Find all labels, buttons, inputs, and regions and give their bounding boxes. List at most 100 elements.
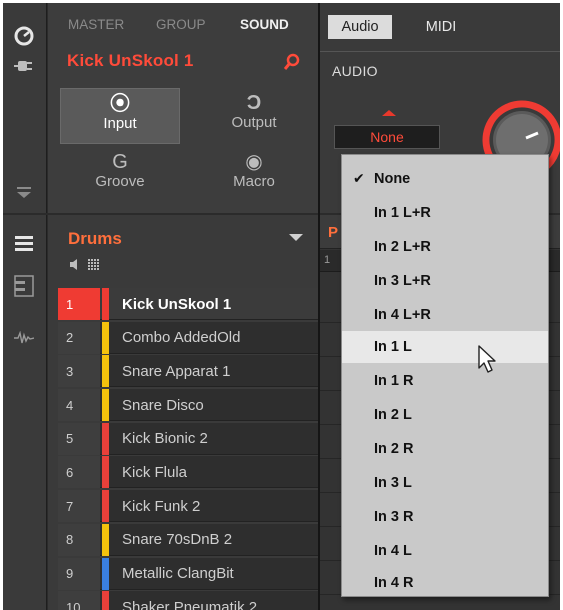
sound-slot[interactable]: 5 Kick Bionic 2 [58, 422, 318, 455]
checkmark-icon: ✔ [353, 170, 365, 186]
menu-item-in4-lr[interactable]: In 4 L+R [342, 299, 548, 331]
menu-item-in2-r[interactable]: In 2 R [342, 433, 548, 465]
tab-sound[interactable]: SOUND [240, 3, 289, 32]
slot-name: Kick Flula [122, 463, 188, 481]
left-view-strip [3, 215, 47, 610]
sound-slot[interactable]: 9 Metallic ClangBit [58, 557, 318, 590]
menu-item-in1-lr[interactable]: In 1 L+R [342, 197, 548, 229]
slot-name: Combo AddedOld [122, 329, 241, 347]
slot-color [102, 490, 109, 523]
slot-name: Kick UnSkool 1 [122, 295, 232, 313]
menu-item-in1-l[interactable]: In 1 L [342, 331, 548, 363]
menu-item-in3-r[interactable]: In 3 R [342, 501, 548, 533]
search-icon[interactable] [283, 53, 300, 71]
plug-icon[interactable] [13, 55, 35, 77]
collapse-arrow-icon[interactable] [13, 181, 35, 203]
tab-audio[interactable]: Audio [328, 15, 392, 39]
slot-color [102, 422, 109, 455]
menu-item-label: In 2 L [374, 407, 412, 423]
menu-item-label: In 4 R [374, 575, 414, 591]
slot-number: 1 [58, 288, 100, 320]
output-page-button[interactable]: Ɔ Output [194, 88, 314, 144]
tab-group[interactable]: GROUP [156, 3, 206, 32]
section-label: AUDIO [332, 63, 378, 79]
sound-slot[interactable]: 7 Kick Funk 2 [58, 490, 318, 523]
slot-color [102, 523, 109, 556]
sound-slot[interactable]: 8 Snare 70sDnB 2 [58, 523, 318, 556]
menu-item-label: In 1 R [374, 373, 414, 389]
knob-toggle-icon[interactable] [13, 25, 35, 47]
menu-item-in1-r[interactable]: In 1 R [342, 365, 548, 397]
menu-item-in3-lr[interactable]: In 3 L+R [342, 265, 548, 297]
sound-properties-panel: MASTER GROUP SOUND Kick UnSkool 1 ⦿ Inpu… [48, 3, 318, 213]
menu-item-label: In 2 L+R [374, 239, 431, 255]
menu-item-in4-r[interactable]: In 4 R [342, 567, 548, 599]
slot-color [102, 389, 109, 422]
sound-slot[interactable]: 2 Combo AddedOld [58, 321, 318, 354]
menu-item-in4-l[interactable]: In 4 L [342, 535, 548, 567]
slot-name: Kick Bionic 2 [122, 430, 208, 448]
group-menu-icon[interactable] [289, 234, 303, 241]
ruler-mark: 1 [324, 254, 331, 266]
menu-item-in2-l[interactable]: In 2 L [342, 399, 548, 431]
slot-number: 9 [58, 557, 100, 590]
slot-number: 8 [58, 523, 100, 556]
slot-name: Metallic ClangBit [122, 565, 234, 582]
level-tabs: MASTER GROUP SOUND [48, 3, 318, 39]
mouse-pointer-icon [477, 344, 499, 374]
sound-slot[interactable]: 3 Snare Apparat 1 [58, 355, 318, 388]
waveform-icon[interactable] [13, 327, 35, 349]
groove-icon: G [112, 151, 128, 173]
input-page-button[interactable]: ⦿ Input [60, 88, 180, 144]
slot-color [102, 355, 109, 388]
sound-slot[interactable]: 4 Snare Disco [58, 389, 318, 422]
audio-source-dropdown: ✔ None In 1 L+R In 2 L+R In 3 L+R In 4 L+… [341, 154, 549, 597]
up-arrow-icon [382, 110, 396, 116]
menu-item-label: In 3 L [374, 475, 412, 491]
list-view-icon[interactable] [13, 233, 35, 255]
slot-name: Snare 70sDnB 2 [122, 531, 233, 549]
tab-midi[interactable]: MIDI [416, 15, 466, 39]
slot-color [102, 288, 109, 320]
sound-name: Kick UnSkool 1 [67, 51, 194, 70]
menu-item-label: In 4 L+R [374, 307, 431, 323]
groove-page-button[interactable]: G Groove [60, 147, 180, 203]
audio-source-selector[interactable]: None [334, 125, 440, 149]
groove-page-label: Groove [95, 173, 145, 190]
sound-slot[interactable]: 1 Kick UnSkool 1 [58, 288, 318, 320]
input-page-label: Input [103, 115, 137, 132]
menu-item-label: In 1 L+R [374, 205, 431, 221]
tab-master[interactable]: MASTER [68, 3, 124, 32]
slot-color [102, 321, 109, 354]
menu-item-in2-lr[interactable]: In 2 L+R [342, 231, 548, 263]
sound-slot[interactable]: 10 Shaker Pneumatik 2 [58, 591, 318, 610]
slot-number: 6 [58, 456, 100, 489]
slot-number: 3 [58, 355, 100, 388]
slot-color [102, 591, 109, 610]
speaker-icon[interactable] [70, 259, 80, 273]
menu-item-in3-l[interactable]: In 3 L [342, 467, 548, 499]
slot-number: 4 [58, 389, 100, 422]
sound-slot[interactable]: 6 Kick Flula [58, 456, 318, 489]
slot-number: 10 [58, 591, 100, 610]
menu-item-label: In 3 R [374, 509, 414, 525]
sound-list-panel: Drums 1 Kick UnSkool 1 2 Combo AddedOld 3 S… [48, 215, 318, 610]
macro-page-label: Macro [233, 173, 275, 190]
slot-name: Kick Funk 2 [122, 497, 201, 515]
keyboard-view-icon[interactable] [13, 275, 35, 297]
macro-icon: ◉ [245, 151, 263, 173]
slot-name: Shaker Pneumatik 2 [122, 598, 258, 610]
grid-icon[interactable] [88, 259, 100, 274]
slot-number: 2 [58, 321, 100, 354]
slot-number: 5 [58, 422, 100, 455]
slot-color [102, 456, 109, 489]
menu-item-none[interactable]: ✔ None [342, 163, 548, 195]
macro-page-button[interactable]: ◉ Macro [194, 147, 314, 203]
slot-color [102, 557, 109, 590]
menu-item-label: In 4 L [374, 543, 412, 559]
menu-item-label: In 2 R [374, 441, 414, 457]
divider [320, 51, 560, 52]
group-title: Drums [68, 229, 122, 248]
input-icon: ⦿ [110, 93, 130, 115]
sound-slot-list: 1 Kick UnSkool 1 2 Combo AddedOld 3 Snare A… [58, 288, 318, 610]
